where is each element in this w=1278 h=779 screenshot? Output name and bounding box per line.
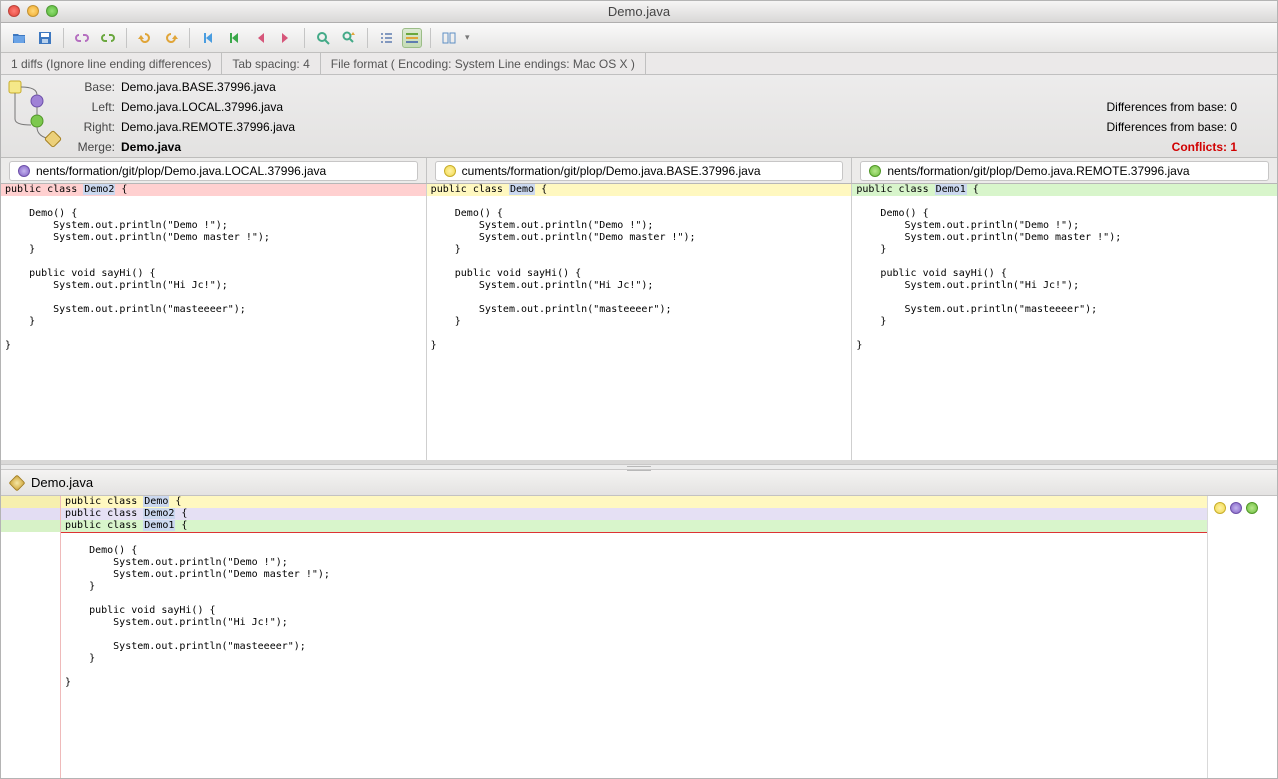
window-close-button[interactable] (8, 5, 20, 17)
open-icon[interactable] (9, 28, 29, 48)
link-next-icon[interactable] (98, 28, 118, 48)
pane-base-code: Demo() { System.out.println("Demo !"); S… (427, 196, 852, 352)
pane-tab-right-label: nents/formation/git/plop/Demo.java.REMOT… (887, 164, 1189, 178)
pane-headers: nents/formation/git/plop/Demo.java.LOCAL… (1, 158, 1277, 184)
redo-icon[interactable] (161, 28, 181, 48)
split-icon[interactable] (439, 28, 459, 48)
pick-base-button[interactable] (1214, 502, 1226, 514)
pick-left-button[interactable] (1230, 502, 1242, 514)
merge-title: Demo.java (31, 475, 93, 490)
pane-left[interactable]: public class Demo2 { Demo() { System.out… (1, 184, 427, 460)
green-dot-icon (869, 165, 881, 177)
base-label: Base: (63, 80, 121, 94)
status-row: 1 diffs (Ignore line ending differences)… (1, 53, 1277, 75)
pane-tab-left[interactable]: nents/formation/git/plop/Demo.java.LOCAL… (1, 158, 426, 183)
base-value: Demo.java.BASE.37996.java (121, 80, 1237, 94)
left-label: Left: (63, 100, 121, 114)
merge-graph-icon (1, 75, 63, 155)
linenumbers-icon[interactable] (376, 28, 396, 48)
search-icon[interactable] (313, 28, 333, 48)
files-header: Base: Demo.java.BASE.37996.java Left: De… (1, 75, 1277, 158)
pane-right[interactable]: public class Demo1 { Demo() { System.out… (852, 184, 1277, 460)
pane-left-code: Demo() { System.out.println("Demo !"); S… (1, 196, 426, 352)
window-minimize-button[interactable] (27, 5, 39, 17)
search-replace-icon[interactable] (339, 28, 359, 48)
save-icon[interactable] (35, 28, 55, 48)
syntax-highlight-icon[interactable] (402, 28, 422, 48)
horizontal-splitter[interactable] (1, 464, 1277, 470)
pane-tab-left-label: nents/formation/git/plop/Demo.java.LOCAL… (36, 164, 326, 178)
title-bar: Demo.java (1, 1, 1277, 23)
pick-right-button[interactable] (1246, 502, 1258, 514)
pane-tab-base[interactable]: cuments/formation/git/plop/Demo.java.BAS… (426, 158, 852, 183)
purple-dot-icon (18, 165, 30, 177)
pane-base[interactable]: public class Demo { Demo() { System.out.… (427, 184, 853, 460)
link-prev-icon[interactable] (72, 28, 92, 48)
yellow-dot-icon (444, 165, 456, 177)
pane-tab-base-label: cuments/formation/git/plop/Demo.java.BAS… (462, 164, 761, 178)
merge-pane: public class Demo { public class Demo2 {… (1, 496, 1277, 778)
left-value: Demo.java.LOCAL.37996.java (121, 100, 1106, 114)
merge-gutter[interactable] (1, 496, 61, 778)
pane-right-code: Demo() { System.out.println("Demo !"); S… (852, 196, 1277, 352)
merge-conflicts: Conflicts: 1 (1172, 140, 1277, 154)
merge-diamond-icon (9, 474, 26, 491)
toolbar-dropdown-icon[interactable]: ▾ (465, 32, 470, 43)
right-diff: Differences from base: 0 (1106, 120, 1277, 134)
window-title: Demo.java (1, 4, 1277, 19)
three-way-diff: public class Demo2 { Demo() { System.out… (1, 184, 1277, 464)
toolbar: ▾ (1, 23, 1277, 53)
left-diff: Differences from base: 0 (1106, 100, 1277, 114)
window-zoom-button[interactable] (46, 5, 58, 17)
status-diffs: 1 diffs (Ignore line ending differences) (1, 53, 222, 75)
status-tabspacing: Tab spacing: 4 (222, 53, 320, 75)
merge-code[interactable]: public class Demo { public class Demo2 {… (61, 496, 1207, 778)
right-label: Right: (63, 120, 121, 134)
pane-tab-right[interactable]: nents/formation/git/plop/Demo.java.REMOT… (851, 158, 1277, 183)
right-value: Demo.java.REMOTE.37996.java (121, 120, 1106, 134)
nav-next-diff-icon[interactable] (276, 28, 296, 48)
status-fileformat: File format ( Encoding: System Line endi… (321, 53, 646, 75)
nav-next-icon[interactable] (224, 28, 244, 48)
merge-value: Demo.java (121, 140, 1172, 154)
nav-first-icon[interactable] (198, 28, 218, 48)
merge-header: Demo.java (1, 470, 1277, 496)
nav-prev-diff-icon[interactable] (250, 28, 270, 48)
merge-label: Merge: (63, 140, 121, 154)
merge-body: Demo() { System.out.println("Demo !"); S… (61, 533, 1207, 689)
merge-side-controls (1207, 496, 1277, 778)
undo-icon[interactable] (135, 28, 155, 48)
